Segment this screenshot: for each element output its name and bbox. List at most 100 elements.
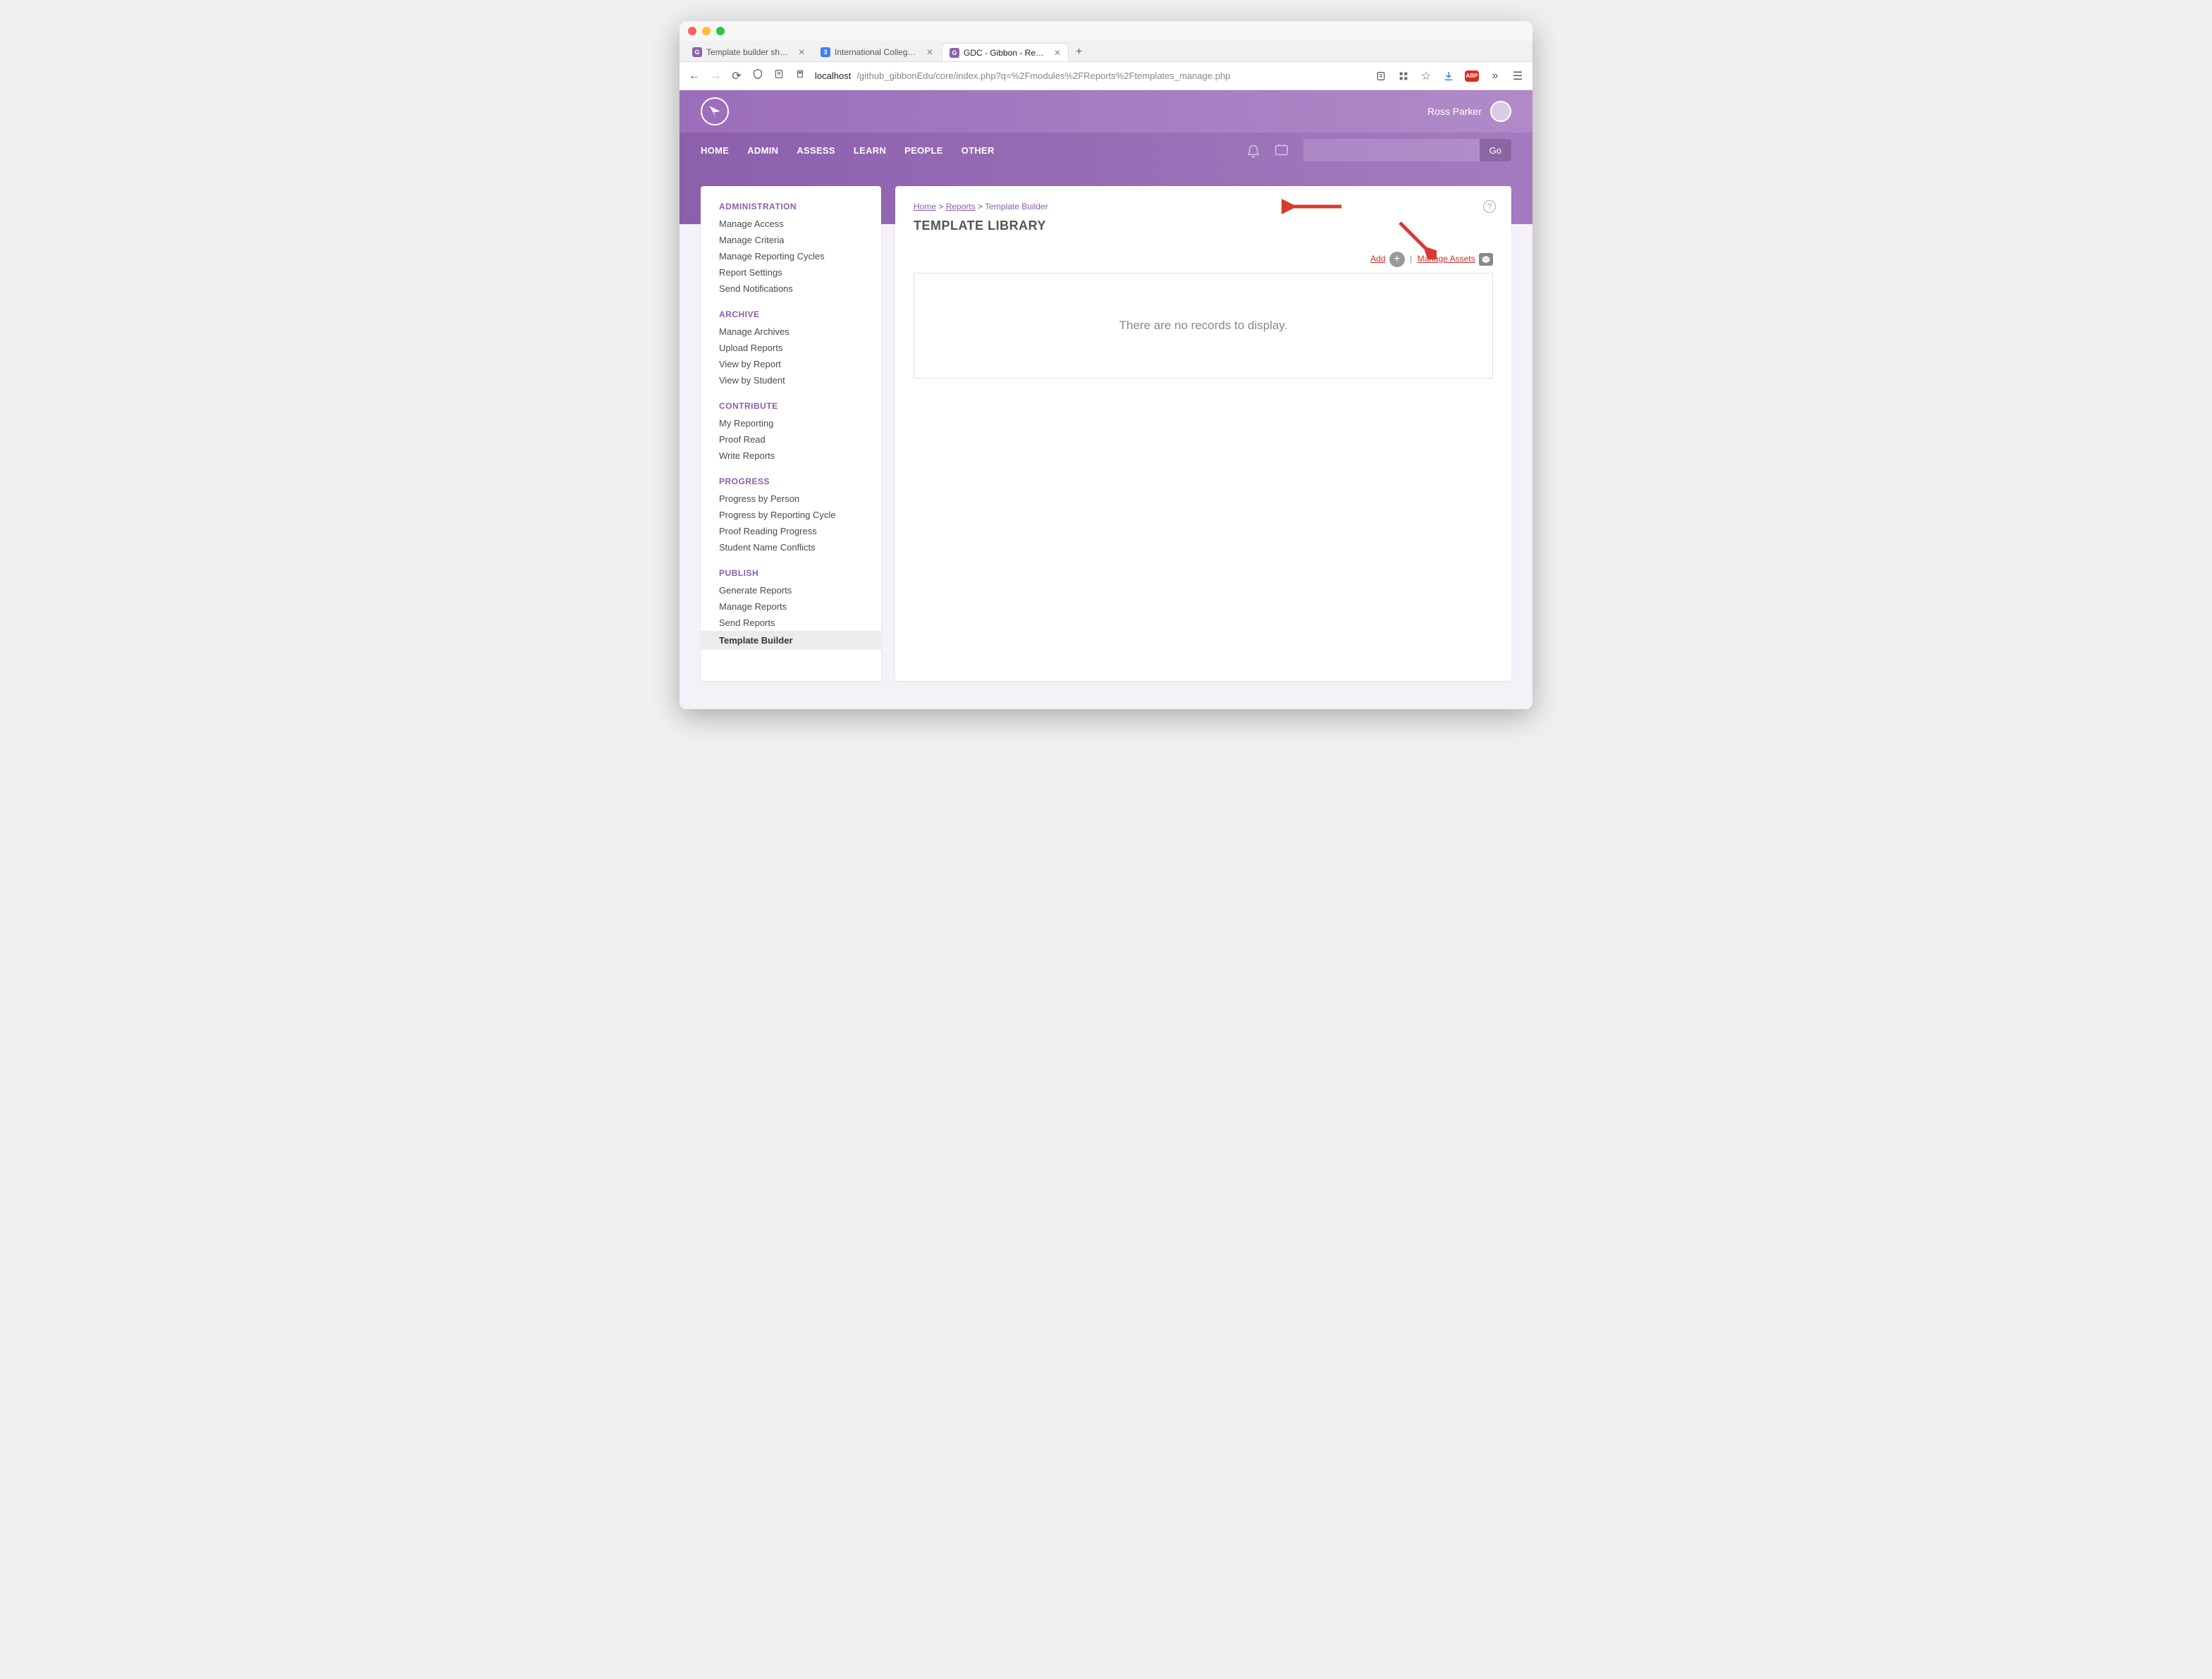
crumb-sep: > [938,202,943,211]
sidebar-item[interactable]: Template Builder [701,631,881,650]
nav-reload[interactable]: ⟳ [730,69,743,83]
sidebar-item[interactable]: Proof Read [701,431,881,448]
page-title: TEMPLATE LIBRARY [914,219,1493,233]
page-info-icon[interactable] [773,69,785,82]
browser-tab[interactable]: 3International College Hong Kong✕ [813,43,940,61]
sidebar-item[interactable]: Progress by Person [701,491,881,507]
sidebar-item[interactable]: Generate Reports [701,582,881,598]
sidebar-item[interactable]: View by Report [701,356,881,372]
sidebar-item[interactable]: Manage Archives [701,324,881,340]
reader-icon[interactable] [1375,70,1387,82]
bell-icon[interactable] [1246,142,1261,158]
nav-forward[interactable]: → [709,70,722,82]
search-input[interactable] [1303,139,1480,161]
window-titlebar [680,21,1532,41]
sidebar-section: PUBLISHGenerate ReportsManage ReportsSen… [701,568,881,650]
sidebar-item[interactable]: Write Reports [701,448,881,464]
browser-tabbar: GTemplate builder show no core c✕3Intern… [680,41,1532,62]
sidebar-item[interactable]: Send Notifications [701,281,881,297]
hamburger-icon[interactable]: ☰ [1511,70,1524,82]
main-panel: ? Home > Reports > Template Builder TEMP… [895,186,1511,681]
sidebar-heading: CONTRIBUTE [701,401,881,415]
sidebar-item[interactable]: Report Settings [701,264,881,281]
sidebar-item[interactable]: Send Reports [701,615,881,631]
chat-icon[interactable] [1274,142,1289,158]
user-block[interactable]: Ross Parker [1427,101,1511,122]
sidebar-heading: ARCHIVE [701,309,881,324]
permissions-icon[interactable] [794,69,806,82]
browser-window: GTemplate builder show no core c✕3Intern… [680,21,1532,709]
new-tab-button[interactable]: + [1070,43,1088,61]
sidebar-heading: PROGRESS [701,476,881,491]
crumb-current: Template Builder [985,202,1047,211]
add-icon[interactable]: + [1389,252,1405,267]
nav-item[interactable]: LEARN [854,145,886,156]
browser-tab[interactable]: GGDC - Gibbon - Reports✕ [942,43,1069,61]
nav-item[interactable]: ASSESS [797,145,835,156]
main-nav: HOME ADMIN ASSESS LEARN PEOPLE OTHER [701,145,995,156]
app-nav: HOME ADMIN ASSESS LEARN PEOPLE OTHER Go [680,133,1532,168]
avatar[interactable] [1490,101,1511,122]
crumb-reports[interactable]: Reports [946,202,976,211]
window-minimize[interactable] [702,27,711,35]
downloads-icon[interactable] [1442,70,1455,82]
nav-item[interactable]: PEOPLE [904,145,943,156]
window-close[interactable] [688,27,696,35]
action-sep: | [1410,254,1412,264]
header-icons [1246,142,1289,158]
sidebar-section: PROGRESSProgress by PersonProgress by Re… [701,476,881,555]
app-root: Ross Parker HOME ADMIN ASSESS LEARN PEOPLE OT… [680,90,1532,709]
empty-state: There are no records to display. [914,273,1493,379]
crumb-sep: > [978,202,983,211]
sidebar-item[interactable]: My Reporting [701,415,881,431]
abp-icon[interactable]: ABP [1465,70,1479,82]
browser-tab[interactable]: G Template builder show no core c ✕ [685,43,812,61]
user-name: Ross Parker [1427,106,1482,117]
overflow-icon[interactable]: » [1489,70,1501,82]
page-actions: Add + | Manage Assets [914,252,1493,267]
tab-label: GDC - Gibbon - Reports [964,48,1047,58]
nav-item[interactable]: OTHER [961,145,995,156]
assets-icon[interactable] [1479,253,1493,266]
window-zoom[interactable] [716,27,725,35]
sidebar-item[interactable]: Manage Access [701,216,881,232]
tab-close-icon[interactable]: ✕ [1054,48,1061,58]
app-logo[interactable] [701,97,729,125]
tab-label: International College Hong Kong [835,47,919,57]
sidebar-section: ARCHIVEManage ArchivesUpload ReportsView… [701,309,881,388]
nav-item[interactable]: ADMIN [747,145,778,156]
tab-favicon: G [692,47,702,57]
sidebar-item[interactable]: Manage Reporting Cycles [701,248,881,264]
sidebar-section: CONTRIBUTEMy ReportingProof ReadWrite Re… [701,401,881,464]
search-wrap: Go [1303,139,1511,161]
tab-close-icon[interactable]: ✕ [926,47,933,57]
add-link[interactable]: Add [1370,254,1385,264]
sidebar-item[interactable]: View by Student [701,372,881,388]
sidebar-item[interactable]: Progress by Reporting Cycle [701,507,881,523]
shield-icon[interactable] [751,68,764,83]
nav-item[interactable]: HOME [701,145,729,156]
tab-label: Template builder show no core c [706,47,791,57]
tab-close-icon[interactable]: ✕ [798,47,805,57]
crumb-home[interactable]: Home [914,202,936,211]
app-header: Ross Parker [680,90,1532,133]
manage-assets-link[interactable]: Manage Assets [1418,254,1475,264]
nav-back[interactable]: ← [688,70,701,82]
url-host: localhost [815,70,851,81]
sidebar-section: ADMINISTRATIONManage AccessManage Criter… [701,202,881,297]
toolbar-right: ☆ ABP » ☰ [1375,70,1524,82]
breadcrumb: Home > Reports > Template Builder [914,202,1493,211]
sidebar-item[interactable]: Upload Reports [701,340,881,356]
content: ADMINISTRATIONManage AccessManage Criter… [680,168,1532,709]
bookmark-star-icon[interactable]: ☆ [1420,70,1432,82]
url-field[interactable]: localhost/github_gibbonEdu/core/index.ph… [815,70,1366,81]
help-icon[interactable]: ? [1483,200,1496,213]
go-button[interactable]: Go [1480,139,1511,161]
sidebar-item[interactable]: Student Name Conflicts [701,539,881,555]
sidebar-item[interactable]: Proof Reading Progress [701,523,881,539]
grid-icon[interactable] [1397,70,1410,82]
sidebar: ADMINISTRATIONManage AccessManage Criter… [701,186,881,681]
sidebar-item[interactable]: Manage Criteria [701,232,881,248]
sidebar-item[interactable]: Manage Reports [701,598,881,615]
url-path: /github_gibbonEdu/core/index.php?q=%2Fmo… [856,70,1230,81]
